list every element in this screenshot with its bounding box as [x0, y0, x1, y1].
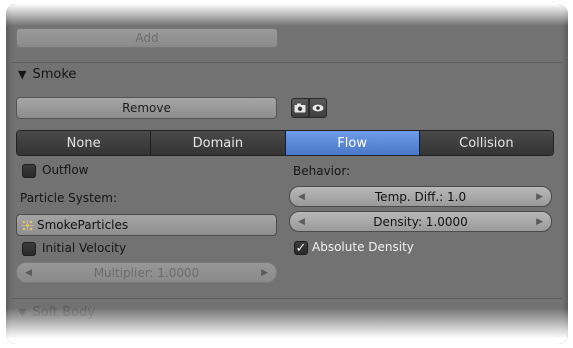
particles-icon	[22, 219, 33, 231]
tab-domain[interactable]: Domain	[151, 131, 286, 155]
absolute-density-checkbox[interactable]: ✓	[294, 241, 308, 255]
tab-none[interactable]: None	[17, 131, 152, 155]
remove-button-label: Remove	[122, 101, 171, 115]
density-value: Density: 1.0000	[373, 214, 468, 229]
tab-collision[interactable]: Collision	[419, 131, 553, 155]
collapse-triangle-icon: ▼	[18, 68, 27, 81]
soft-body-section-header[interactable]: ▼ Soft Body	[18, 305, 95, 320]
increment-arrow-icon[interactable]: ▶	[536, 192, 543, 202]
render-toggle-button[interactable]	[291, 98, 309, 118]
soft-body-section-title: Soft Body	[32, 305, 96, 320]
add-button-label: Add	[135, 31, 159, 45]
behavior-label: Behavior:	[293, 164, 351, 178]
outflow-label: Outflow	[42, 163, 89, 177]
multiplier-field[interactable]: ◀ Multiplier: 1.0000 ▶	[16, 262, 277, 283]
temp-diff-field[interactable]: ◀ Temp. Diff.: 1.0 ▶	[289, 186, 552, 207]
outflow-checkbox[interactable]	[22, 164, 36, 178]
particle-system-label: Particle System:	[20, 191, 117, 205]
smoke-section-title: Smoke	[32, 67, 77, 82]
add-button[interactable]: Add	[16, 28, 278, 48]
camera-icon	[294, 103, 306, 113]
tab-flow[interactable]: Flow	[285, 131, 420, 155]
checkmark-icon: ✓	[295, 240, 307, 256]
initial-velocity-checkbox[interactable]	[22, 242, 36, 256]
decrement-arrow-icon[interactable]: ◀	[25, 268, 32, 278]
eye-icon	[312, 104, 324, 112]
properties-panel: Add ▼ Smoke Remove None Domain Flow Coll…	[6, 4, 568, 344]
collapse-triangle-icon: ▼	[18, 306, 27, 319]
decrement-arrow-icon[interactable]: ◀	[298, 217, 305, 227]
smoke-section-header[interactable]: ▼ Smoke	[18, 67, 76, 82]
multiplier-value: Multiplier: 1.0000	[93, 265, 200, 280]
increment-arrow-icon[interactable]: ▶	[261, 268, 268, 278]
visibility-toggle-button[interactable]	[309, 98, 327, 118]
decrement-arrow-icon[interactable]: ◀	[298, 192, 305, 202]
temp-diff-value: Temp. Diff.: 1.0	[374, 189, 467, 204]
particle-system-value: SmokeParticles	[37, 218, 129, 232]
particle-system-field[interactable]: SmokeParticles	[16, 214, 277, 236]
smoke-type-tabs: None Domain Flow Collision	[16, 130, 554, 156]
section-divider	[12, 62, 562, 63]
absolute-density-label: Absolute Density	[312, 240, 414, 254]
top-fade	[6, 4, 568, 26]
initial-velocity-label: Initial Velocity	[42, 241, 127, 255]
density-field[interactable]: ◀ Density: 1.0000 ▶	[289, 211, 552, 232]
increment-arrow-icon[interactable]: ▶	[536, 217, 543, 227]
remove-button[interactable]: Remove	[16, 97, 277, 119]
section-divider	[12, 298, 562, 299]
